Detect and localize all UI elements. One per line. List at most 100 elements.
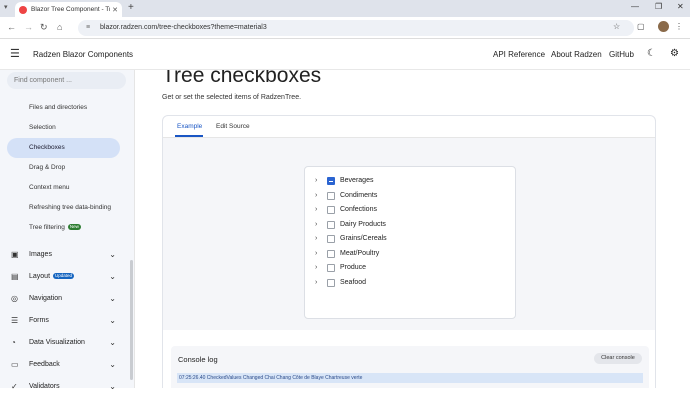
browser-tab-strip: ▾ Blazor Tree Component - Tri-st... ✕ + …	[0, 0, 690, 17]
chevron-right-icon[interactable]: ›	[315, 247, 317, 261]
tree-checkbox[interactable]	[327, 206, 335, 214]
category-tree: › Beverages › Condiments › Confections ›	[304, 166, 516, 319]
updated-badge: Updated	[53, 273, 75, 280]
chart-icon: ◔	[11, 338, 16, 347]
sidebar-group-validators[interactable]: ✓ Validators ⌄	[7, 377, 120, 397]
address-bar-row: ← → ↻ ⌂ ≡ blazor.radzen.com/tree-checkbo…	[0, 17, 690, 39]
tree-node-label: Condiments	[340, 191, 378, 199]
chevron-right-icon[interactable]: ›	[315, 189, 317, 203]
tab-search-icon[interactable]: ▾	[4, 3, 12, 12]
back-icon[interactable]: ←	[7, 22, 16, 33]
browser-menu-icon[interactable]: ⋮	[675, 22, 683, 31]
tree-checkbox[interactable]	[327, 264, 335, 272]
chevron-down-icon: ⌄	[109, 294, 116, 303]
bookmark-star-icon[interactable]: ☆	[613, 22, 620, 31]
maximize-button[interactable]: ❐	[655, 2, 662, 11]
radzen-favicon-icon	[19, 5, 27, 14]
clear-console-button[interactable]: Clear console	[594, 353, 642, 364]
console-title: Console log	[178, 355, 218, 364]
validators-icon: ✓	[11, 382, 18, 391]
sidebar-item-tree-filtering[interactable]: Tree filtering New	[7, 218, 120, 238]
example-tabs: Example Edit Source	[163, 116, 655, 138]
about-radzen-link[interactable]: About Radzen	[551, 50, 602, 59]
chevron-right-icon[interactable]: ›	[315, 261, 317, 275]
sidebar-group-forms[interactable]: ☰ Forms ⌄	[7, 311, 120, 331]
tab-close-icon[interactable]: ✕	[112, 6, 118, 14]
sidebar-item-selection[interactable]: Selection	[7, 118, 120, 138]
url-text: blazor.radzen.com/tree-checkboxes?theme=…	[100, 24, 267, 31]
sidebar-group-images[interactable]: ▣ Images ⌄	[7, 245, 120, 265]
sidebar-group-label: Feedback	[29, 361, 60, 368]
example-area: › Beverages › Condiments › Confections ›	[163, 138, 655, 330]
tree-checkbox[interactable]	[327, 235, 335, 243]
chevron-right-icon[interactable]: ›	[315, 218, 317, 232]
chevron-right-icon[interactable]: ›	[315, 276, 317, 290]
console-log-panel: Console log Clear console 07:25:26.40 Ch…	[171, 346, 649, 388]
example-card: Example Edit Source › Beverages › Condim…	[162, 115, 656, 388]
tree-node-label: Meat/Poultry	[340, 249, 380, 257]
tree-checkbox[interactable]	[327, 278, 335, 287]
url-field[interactable]: ≡ blazor.radzen.com/tree-checkboxes?them…	[78, 20, 634, 36]
reload-icon[interactable]: ↻	[40, 22, 48, 33]
sidebar-group-navigation[interactable]: ◎ Navigation ⌄	[7, 289, 120, 309]
dark-mode-icon[interactable]: ☾	[647, 48, 656, 59]
tree-node-label: Seafood	[340, 278, 367, 286]
forward-icon[interactable]: →	[24, 22, 33, 33]
site-info-icon[interactable]: ≡	[86, 20, 90, 36]
chevron-down-icon: ⌄	[109, 360, 116, 369]
sidebar-scrollbar[interactable]	[130, 260, 133, 380]
sidebar-item-label: Tree filtering	[29, 224, 65, 231]
forms-icon: ☰	[11, 316, 19, 325]
tab-edit-source[interactable]: Edit Source	[216, 123, 250, 130]
tree-node-label: Produce	[340, 264, 367, 271]
profile-avatar[interactable]	[658, 21, 669, 32]
sidebar-item-context-menu[interactable]: Context menu	[7, 178, 120, 198]
sidebar-item-refreshing-tree[interactable]: Refreshing tree data-binding	[7, 198, 120, 218]
api-reference-link[interactable]: API Reference	[493, 50, 545, 59]
sidebar-group-label: Data Visualization	[29, 339, 85, 346]
sidebar-group-layout[interactable]: ▤ Layout Updated ⌄	[7, 267, 120, 287]
navigation-icon: ◎	[11, 294, 18, 303]
sidebar-item-checkboxes[interactable]: Checkboxes	[7, 138, 120, 158]
chevron-right-icon[interactable]: ›	[315, 232, 317, 246]
tree-checkbox[interactable]	[327, 220, 335, 229]
tree-node-label: Beverages	[340, 177, 374, 184]
home-icon[interactable]: ⌂	[57, 22, 62, 33]
settings-gear-icon[interactable]: ⚙	[670, 48, 679, 59]
app-header: ☰ Radzen Blazor Components API Reference…	[0, 39, 690, 70]
image-icon: ▣	[11, 250, 19, 259]
new-badge: New	[67, 224, 81, 231]
brand-title[interactable]: Radzen Blazor Components	[33, 50, 133, 59]
sidebar-group-label: Navigation	[29, 295, 63, 302]
sidebar-group-label: Images	[29, 251, 52, 258]
tab-example[interactable]: Example	[177, 123, 202, 130]
chevron-down-icon: ⌄	[109, 338, 116, 347]
sidebar-group-data-visualization[interactable]: ◔ Data Visualization ⌄	[7, 333, 120, 353]
extensions-icon[interactable]: ▢	[637, 22, 645, 31]
sidebar-group-label: Validators	[29, 383, 60, 390]
tree-checkbox[interactable]	[327, 191, 335, 200]
sidebar: Find component ... Files and directories…	[0, 70, 135, 391]
sidebar-group-label: Forms	[29, 317, 49, 324]
menu-toggle-icon[interactable]: ☰	[10, 49, 20, 60]
chevron-right-icon[interactable]: ›	[315, 174, 317, 188]
minimize-button[interactable]: —	[631, 2, 639, 11]
chevron-down-icon: ⌄	[109, 250, 116, 259]
main-content: Tree checkboxes Get or set the selected …	[135, 70, 690, 388]
tree-node-label: Grains/Cereals	[340, 235, 387, 242]
browser-tab[interactable]: Blazor Tree Component - Tri-st... ✕	[15, 2, 122, 17]
layout-icon: ▤	[11, 272, 19, 281]
sidebar-group-feedback[interactable]: ▭ Feedback ⌄	[7, 355, 120, 375]
chevron-right-icon[interactable]: ›	[315, 203, 317, 217]
sidebar-item-files-and-directories[interactable]: Files and directories	[7, 98, 120, 118]
tree-checkbox[interactable]	[327, 249, 335, 258]
console-log-entry: 07:25:26.40 CheckedValues Changed Chai C…	[177, 373, 643, 383]
new-tab-button[interactable]: +	[128, 2, 134, 14]
close-window-button[interactable]: ✕	[677, 2, 684, 11]
github-link[interactable]: GitHub	[609, 50, 634, 59]
sidebar-item-drag-drop[interactable]: Drag & Drop	[7, 158, 120, 178]
tree-node-label: Confections	[340, 206, 377, 213]
page-title: Tree checkboxes	[162, 70, 322, 87]
component-search-input[interactable]: Find component ...	[7, 72, 126, 89]
tree-checkbox[interactable]	[327, 177, 335, 185]
